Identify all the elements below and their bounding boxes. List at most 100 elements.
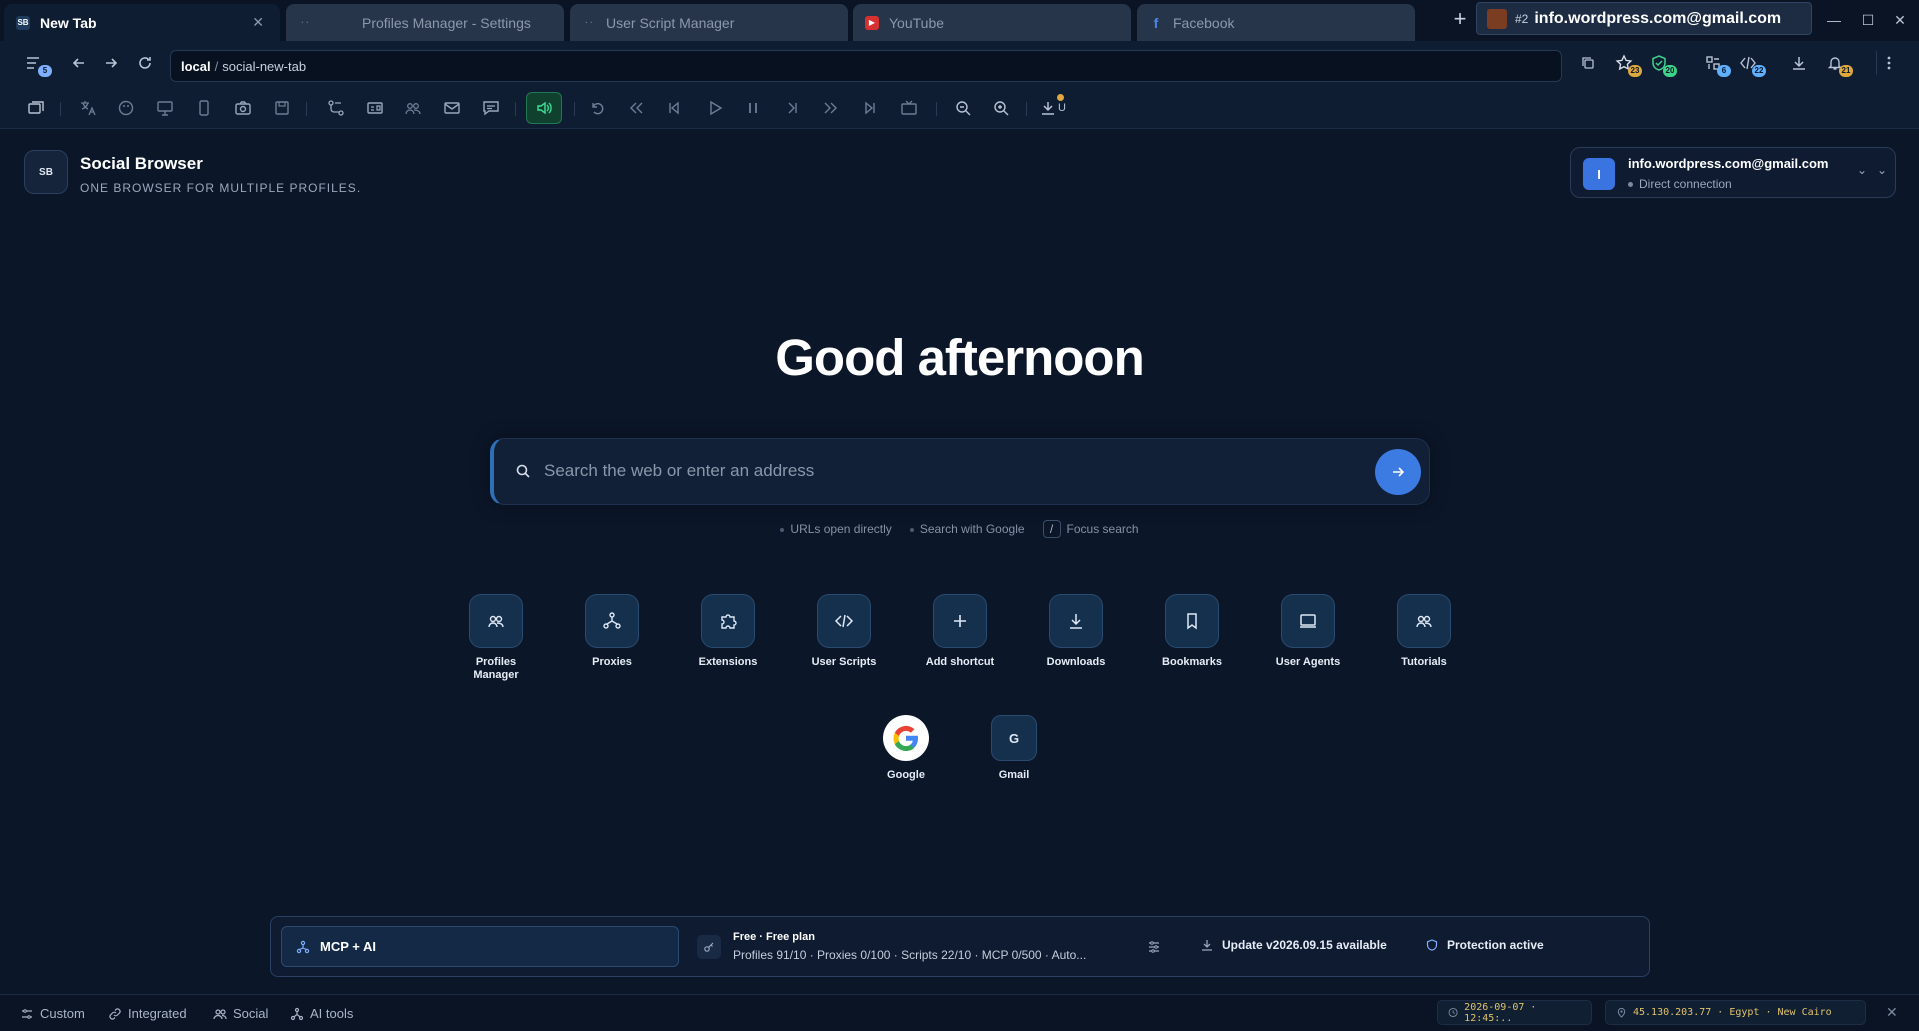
minimize-button[interactable]: —	[1822, 8, 1846, 32]
update-available-link[interactable]: Update v2026.09.15 available	[1201, 938, 1387, 952]
scripts-code-icon[interactable]: 22	[1736, 51, 1766, 77]
fast-forward-icon[interactable]	[819, 96, 843, 120]
search-box	[490, 438, 1430, 505]
download-manager-icon[interactable]: U	[1036, 94, 1070, 120]
download-icon[interactable]	[1787, 51, 1811, 75]
statusbar-integrated[interactable]: Integrated	[108, 1006, 187, 1021]
profile-switcher[interactable]: #2 info.wordpress.com@gmail.com	[1476, 2, 1812, 35]
forward-icon[interactable]	[99, 51, 123, 75]
favorites-badge: 23	[1628, 65, 1642, 77]
mail-icon[interactable]	[440, 96, 464, 120]
shortcut-user-scripts[interactable]: User Scripts	[794, 594, 894, 669]
network-icon	[585, 594, 639, 648]
download-icon	[1202, 940, 1212, 951]
zoom-in-icon[interactable]	[989, 96, 1013, 120]
shortcut-add[interactable]: Add shortcut	[910, 594, 1010, 669]
plus-icon	[933, 594, 987, 648]
tab-facebook[interactable]: f Facebook	[1137, 4, 1415, 41]
chevron-down-icon[interactable]: ⌄	[1857, 163, 1867, 177]
tab-title: New Tab	[40, 14, 97, 31]
rewind-icon[interactable]	[624, 96, 648, 120]
greeting: Good afternoon	[775, 329, 1144, 386]
network-icon	[296, 940, 310, 953]
sliders-icon[interactable]	[1143, 936, 1165, 958]
more-vertical-icon[interactable]	[1876, 51, 1900, 75]
reload-icon[interactable]	[133, 51, 157, 75]
mcp-ai-button[interactable]: MCP + AI	[281, 926, 679, 967]
shortcut-user-agents[interactable]: User Agents	[1258, 594, 1358, 669]
divider	[936, 102, 937, 116]
pause-icon[interactable]	[741, 96, 765, 120]
shortcut-label: User Scripts	[811, 656, 877, 668]
shortcut-profiles-manager[interactable]: Profiles Manager	[446, 594, 546, 682]
undo-icon[interactable]	[585, 96, 609, 120]
shortcut-bookmarks[interactable]: Bookmarks	[1142, 594, 1242, 669]
new-tab-button[interactable]: +	[1448, 8, 1472, 32]
shortcut-label: Extensions	[698, 656, 758, 668]
shield-check-icon[interactable]: 20	[1647, 51, 1677, 77]
site-label: Gmail	[998, 769, 1030, 781]
site-label: Google	[887, 769, 925, 781]
message-icon[interactable]	[479, 96, 503, 120]
menu-list-icon[interactable]: 5	[22, 51, 52, 77]
site-gmail[interactable]: G Gmail	[974, 715, 1054, 781]
tab-strip: SB New Tab ✕ · · Profiles Manager - Sett…	[0, 0, 1919, 41]
skip-back-icon[interactable]	[662, 96, 686, 120]
favorites-star-icon[interactable]: 23	[1612, 51, 1642, 77]
close-statusbar-icon[interactable]: ✕	[1886, 1004, 1898, 1021]
search-input[interactable]	[544, 451, 1344, 491]
translate-icon[interactable]	[76, 96, 100, 120]
hint-google: Search with Google	[909, 522, 1025, 536]
plan-usage: Profiles 91/10 · Proxies 0/100 · Scripts…	[733, 948, 1087, 962]
site-google[interactable]: Google	[866, 715, 946, 781]
address-bar[interactable]: local / social-new-tab	[170, 50, 1562, 82]
maximize-button[interactable]: ☐	[1856, 8, 1880, 32]
desktop-icon[interactable]	[153, 96, 177, 120]
copy-icon[interactable]	[1576, 51, 1600, 75]
brand-subtitle: ONE BROWSER FOR MULTIPLE PROFILES.	[80, 181, 362, 195]
extensions-icon[interactable]: 6	[1701, 51, 1731, 77]
protection-status[interactable]: Protection active	[1426, 938, 1544, 952]
mobile-icon[interactable]	[192, 96, 216, 120]
palette-icon[interactable]	[114, 96, 138, 120]
menu-badge: 5	[38, 65, 52, 77]
shortcut-downloads[interactable]: Downloads	[1026, 594, 1126, 669]
divider	[574, 102, 575, 116]
camera-icon[interactable]	[231, 96, 255, 120]
shortcut-extensions[interactable]: Extensions	[678, 594, 778, 669]
save-icon[interactable]	[270, 96, 294, 120]
users-icon	[469, 594, 523, 648]
windows-icon[interactable]	[24, 96, 48, 120]
search-submit-button[interactable]	[1375, 449, 1421, 495]
statusbar-social[interactable]: Social	[213, 1006, 268, 1021]
tab-youtube[interactable]: ▶ YouTube	[853, 4, 1131, 41]
sound-on-toggle[interactable]	[526, 92, 562, 124]
notifications-bell-icon[interactable]: 21	[1823, 51, 1853, 77]
zoom-out-icon[interactable]	[951, 96, 975, 120]
next-icon[interactable]	[780, 96, 804, 120]
shortcut-proxies[interactable]: Proxies	[562, 594, 662, 669]
tab-title: Profiles Manager - Settings	[362, 14, 531, 31]
account-selector[interactable]: I info.wordpress.com@gmail.com Direct co…	[1570, 147, 1896, 198]
tab-new-tab[interactable]: SB New Tab ✕	[4, 4, 280, 41]
users-icon	[1397, 594, 1451, 648]
back-icon[interactable]	[67, 51, 91, 75]
tab-user-script-manager[interactable]: · · User Script Manager	[570, 4, 848, 41]
workflow-icon[interactable]	[324, 96, 348, 120]
id-card-icon[interactable]	[363, 96, 387, 120]
divider	[306, 102, 307, 116]
skip-forward-icon[interactable]	[858, 96, 882, 120]
search-hints: URLs open directly Search with Google / F…	[0, 520, 1919, 538]
scripts-badge: 22	[1752, 65, 1766, 77]
people-icon[interactable]	[401, 96, 425, 120]
chevron-down-icon[interactable]: ⌄	[1877, 163, 1887, 177]
tv-icon[interactable]	[897, 96, 921, 120]
shortcut-tutorials[interactable]: Tutorials	[1374, 594, 1474, 669]
tab-profiles-manager[interactable]: · · Profiles Manager - Settings	[286, 4, 564, 41]
address-separator: /	[214, 58, 219, 74]
statusbar-ai-tools[interactable]: AI tools	[290, 1006, 353, 1021]
play-icon[interactable]	[703, 96, 727, 120]
close-tab-icon[interactable]: ✕	[252, 14, 264, 31]
close-window-button[interactable]: ✕	[1888, 8, 1912, 32]
statusbar-custom[interactable]: Custom	[20, 1006, 85, 1021]
